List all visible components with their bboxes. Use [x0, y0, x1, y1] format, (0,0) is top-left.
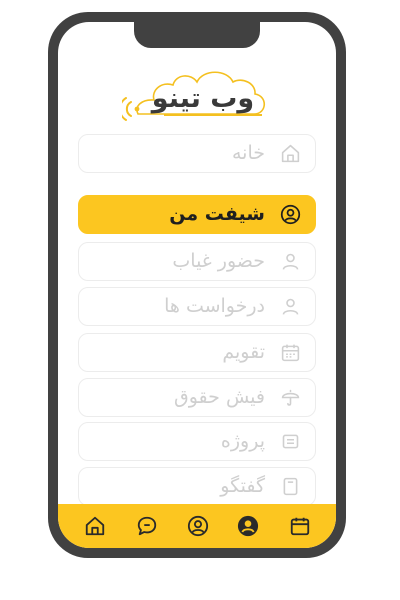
menu-item-label: فیش حقوق [174, 386, 265, 408]
menu-item-my-shift[interactable]: شیفت من [78, 195, 316, 234]
home-icon[interactable] [84, 515, 106, 537]
menu-item-label: تقویم [222, 341, 265, 363]
menu-item-project[interactable]: پروژه [78, 422, 316, 461]
bottom-nav-bar [58, 504, 336, 548]
phone-notch [134, 22, 260, 48]
menu-item-chat[interactable]: گفتگو [78, 467, 316, 506]
umbrella-icon [281, 389, 300, 406]
menu-item-payslip[interactable]: فیش حقوق [78, 378, 316, 417]
phone-frame: وب تینو خانه شیفت من حضور غیاب درخواست ه… [48, 12, 346, 558]
chat-icon[interactable] [136, 515, 158, 537]
user-circle-icon [280, 204, 301, 225]
logo-underline [164, 114, 262, 116]
document-icon [283, 477, 298, 496]
menu-item-label: گفتگو [220, 475, 265, 497]
user-circle-icon[interactable] [187, 515, 209, 537]
menu-item-requests[interactable]: درخواست ها [78, 287, 316, 326]
menu-item-label: حضور غیاب [172, 250, 265, 272]
menu-item-label: شیفت من [169, 203, 265, 225]
menu-item-label: درخواست ها [164, 295, 265, 317]
menu-item-attendance[interactable]: حضور غیاب [78, 242, 316, 281]
home-icon [281, 144, 300, 163]
menu-item-calendar[interactable]: تقویم [78, 333, 316, 372]
user-circle-filled-icon[interactable] [237, 515, 259, 537]
menu-item-label: پروژه [220, 430, 265, 452]
calendar-icon [281, 344, 300, 362]
logo-text: وب تینو [151, 83, 255, 114]
user-icon [282, 298, 299, 315]
calendar-icon[interactable] [289, 515, 311, 537]
user-icon [282, 253, 299, 270]
app-logo: وب تینو [122, 68, 272, 126]
menu-item-label: خانه [231, 142, 265, 164]
menu-item-home[interactable]: خانه [78, 134, 316, 173]
card-icon [282, 434, 299, 449]
app-screen: وب تینو خانه شیفت من حضور غیاب درخواست ه… [58, 22, 336, 548]
